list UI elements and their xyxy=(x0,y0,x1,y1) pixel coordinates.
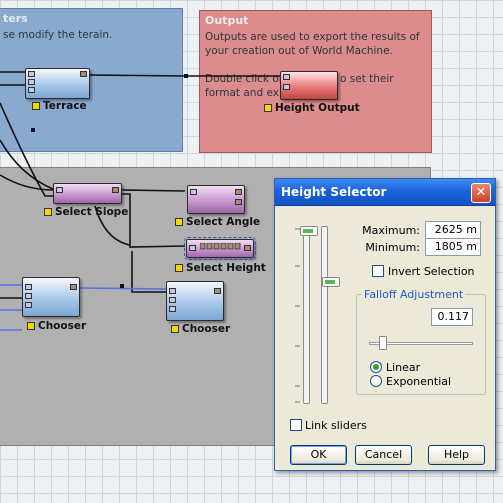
input-port[interactable] xyxy=(190,189,197,195)
height-output-node[interactable] xyxy=(280,71,338,100)
output-port[interactable] xyxy=(70,284,77,290)
exponential-radio-label[interactable]: Exponential xyxy=(386,375,451,388)
terrace-node[interactable] xyxy=(25,68,90,99)
maximum-label: Maximum: xyxy=(362,224,420,237)
node-color-marker xyxy=(171,325,179,333)
linear-radio[interactable] xyxy=(370,361,382,373)
input-port[interactable] xyxy=(28,71,35,77)
ok-button[interactable]: OK xyxy=(290,445,347,465)
output-port[interactable] xyxy=(235,199,242,205)
minimum-label: Minimum: xyxy=(365,241,420,254)
close-icon: ✕ xyxy=(475,185,487,200)
output-port[interactable] xyxy=(244,245,251,251)
select-height-node-label: Select Height xyxy=(175,262,266,274)
close-button[interactable]: ✕ xyxy=(471,183,491,203)
input-port[interactable] xyxy=(169,297,176,303)
input-port[interactable] xyxy=(56,187,63,193)
falloff-adjustment-legend: Falloff Adjustment xyxy=(362,288,466,301)
input-port[interactable] xyxy=(28,79,35,85)
input-port[interactable] xyxy=(25,302,32,308)
minimum-height-slider-thumb[interactable] xyxy=(322,277,340,287)
select-height-node[interactable] xyxy=(184,237,256,260)
output-port[interactable] xyxy=(80,71,87,77)
node-color-marker xyxy=(44,208,52,216)
input-port[interactable] xyxy=(169,288,176,294)
height-selector-dialog: Height Selector ✕ Maximum: 2625 m Minimu… xyxy=(274,178,496,471)
node-color-marker xyxy=(27,322,35,330)
output-port[interactable] xyxy=(112,187,119,193)
node-name: Select Height xyxy=(186,262,266,274)
minimum-height-input[interactable]: 1805 m xyxy=(425,238,481,256)
select-angle-node[interactable] xyxy=(187,185,245,214)
link-sliders-checkbox[interactable] xyxy=(290,419,302,431)
cancel-button[interactable]: Cancel xyxy=(355,445,412,465)
select-slope-node[interactable] xyxy=(53,183,122,204)
linear-radio-label[interactable]: Linear xyxy=(386,361,420,374)
maximum-height-slider-thumb[interactable] xyxy=(300,226,318,236)
chooser-node-2[interactable] xyxy=(166,281,224,321)
falloff-slider-thumb[interactable] xyxy=(379,336,387,350)
input-port[interactable] xyxy=(25,293,32,299)
height-output-node-label: Height Output xyxy=(264,102,360,114)
chooser-node-1[interactable] xyxy=(22,277,80,317)
output-port[interactable] xyxy=(235,189,242,195)
node-name: Select Angle xyxy=(186,216,261,228)
node-name: Chooser xyxy=(38,320,87,332)
maximum-height-input[interactable]: 2625 m xyxy=(425,221,481,239)
node-name: Chooser xyxy=(182,323,231,335)
node-color-marker xyxy=(175,218,183,226)
input-port[interactable] xyxy=(283,74,290,80)
node-name: Height Output xyxy=(275,102,360,114)
exponential-radio[interactable] xyxy=(370,375,382,387)
node-name: Terrace xyxy=(43,100,87,112)
help-button[interactable]: Help xyxy=(428,445,485,465)
node-parameter-strip xyxy=(200,243,241,250)
invert-selection-label[interactable]: Invert Selection xyxy=(388,265,475,278)
chooser-node-2-label: Chooser xyxy=(171,323,230,335)
select-angle-node-label: Select Angle xyxy=(175,216,260,228)
slider-tick-marks xyxy=(295,228,300,403)
node-color-marker xyxy=(264,104,272,112)
dialog-titlebar[interactable]: Height Selector ✕ xyxy=(275,179,495,206)
node-color-marker xyxy=(32,102,40,110)
input-port[interactable] xyxy=(169,306,176,312)
input-port[interactable] xyxy=(28,87,35,93)
input-port[interactable] xyxy=(189,245,196,251)
node-color-marker xyxy=(175,264,183,272)
minimum-height-slider-track[interactable] xyxy=(321,226,328,404)
input-port[interactable] xyxy=(25,284,32,290)
node-name: Select Slope xyxy=(55,206,129,218)
input-port[interactable] xyxy=(283,84,290,90)
output-port[interactable] xyxy=(214,288,221,294)
invert-selection-checkbox[interactable] xyxy=(372,265,384,277)
falloff-value-input[interactable]: 0.117 xyxy=(431,308,473,326)
link-sliders-label[interactable]: Link sliders xyxy=(305,419,367,432)
chooser-node-1-label: Chooser xyxy=(27,320,86,332)
select-slope-node-label: Select Slope xyxy=(44,206,128,218)
maximum-height-slider-track[interactable] xyxy=(303,226,310,404)
dialog-title: Height Selector xyxy=(281,185,387,199)
terrace-node-label: Terrace xyxy=(32,100,87,112)
